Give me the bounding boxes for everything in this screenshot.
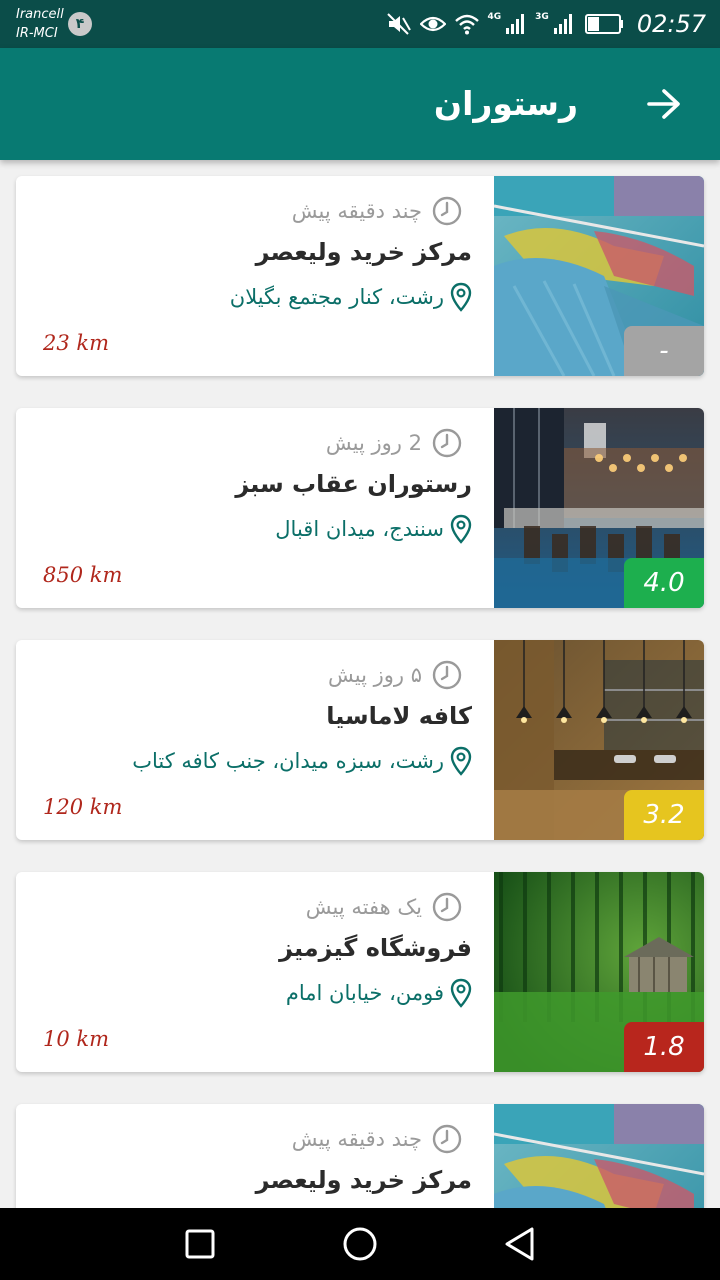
arrow-right-icon [647, 89, 680, 119]
signal-icon-2 [553, 12, 577, 36]
place-name: کافه لاماسیا [326, 702, 472, 730]
square-icon [185, 1229, 215, 1259]
battery-icon [584, 13, 625, 35]
address-row: فومن، خیابان امام [286, 978, 472, 1008]
time-row: یک هفته پیش [306, 892, 462, 922]
distance-label: 10 km [43, 1027, 110, 1051]
place-name: رستوران عقاب سبز [235, 470, 472, 498]
time-label: ۵ روز پیش [327, 663, 422, 687]
location-pin-icon [450, 282, 472, 312]
recent-apps-button[interactable] [178, 1222, 222, 1266]
place-address: رشت، کنار مجتمع بگیلان [229, 285, 444, 309]
place-card[interactable]: - چند دقیقه پیش مرکز خرید ولیعصر رشت، کن… [16, 176, 704, 376]
eye-icon [419, 14, 446, 34]
clock-icon [432, 1124, 462, 1154]
sim-badge: ۴ [68, 12, 92, 36]
mute-icon [386, 12, 412, 36]
page-title: رستوران [433, 84, 578, 123]
rating-badge: 4.0 [624, 558, 704, 608]
signal-icon [505, 12, 527, 36]
app-bar: رستوران [0, 48, 720, 160]
rating-badge: 1.8 [624, 1022, 704, 1072]
place-image [494, 1104, 704, 1208]
triangle-back-icon [505, 1227, 534, 1261]
network-type-2: 3G [535, 12, 549, 22]
circle-icon [343, 1227, 377, 1261]
place-card[interactable]: 4.0 2 روز پیش رستوران عقاب سبز سنندج، می… [16, 408, 704, 608]
time-label: یک هفته پیش [305, 895, 422, 919]
location-pin-icon [450, 514, 472, 544]
place-address: سنندج، میدان اقبال [275, 517, 444, 541]
time-row: چند دقیقه پیش [292, 196, 462, 226]
time-row: 2 روز پیش [326, 428, 462, 458]
time-row: ۵ روز پیش [328, 660, 462, 690]
distance-label: 850 km [43, 563, 123, 587]
place-card[interactable]: - چند دقیقه پیش مرکز خرید ولیعصر رشت، کن… [16, 1104, 704, 1208]
wifi-icon [454, 13, 480, 35]
distance-label: 120 km [43, 795, 123, 819]
rating-badge: - [624, 326, 704, 376]
time-row: چند دقیقه پیش [292, 1124, 462, 1154]
time-label: چند دقیقه پیش [291, 199, 422, 223]
place-address: فومن، خیابان امام [285, 981, 444, 1005]
place-name: فروشگاه گیزمیز [279, 934, 472, 962]
place-name: مرکز خرید ولیعصر [255, 1166, 472, 1194]
clock-icon [432, 428, 462, 458]
distance-label: 23 km [43, 331, 110, 355]
clock-icon [432, 660, 462, 690]
place-card[interactable]: 1.8 یک هفته پیش فروشگاه گیزمیز فومن، خیا… [16, 872, 704, 1072]
back-button[interactable] [642, 82, 686, 126]
location-pin-icon [450, 978, 472, 1008]
address-row: رشت، سبزه میدان، جنب کافه کتاب [132, 746, 472, 776]
address-row: سنندج، میدان اقبال [275, 514, 472, 544]
place-name: مرکز خرید ولیعصر [255, 238, 472, 266]
place-address: رشت، سبزه میدان، جنب کافه کتاب [132, 749, 444, 773]
time-label: 2 روز پیش [325, 431, 422, 455]
clock: 02:57 [636, 10, 706, 38]
location-pin-icon [450, 746, 472, 776]
status-bar: Irancell IR-MCI ۴ 4G 3G 02:57 [0, 0, 720, 48]
carrier-name-2: IR-MCI [16, 26, 58, 41]
time-label: چند دقیقه پیش [291, 1127, 422, 1151]
system-nav-bar [0, 1208, 720, 1280]
rating-badge: 3.2 [624, 790, 704, 840]
network-type-1: 4G [487, 12, 502, 22]
carrier-label: Irancell IR-MCI [16, 5, 64, 43]
clock-icon [432, 892, 462, 922]
clock-icon [432, 196, 462, 226]
place-card[interactable]: 3.2 ۵ روز پیش کافه لاماسیا رشت، سبزه مید… [16, 640, 704, 840]
places-list[interactable]: - چند دقیقه پیش مرکز خرید ولیعصر رشت، کن… [0, 160, 720, 1208]
address-row: رشت، کنار مجتمع بگیلان [230, 282, 472, 312]
carrier-name-1: Irancell [16, 7, 64, 22]
home-button[interactable] [338, 1222, 382, 1266]
back-nav-button[interactable] [498, 1222, 542, 1266]
